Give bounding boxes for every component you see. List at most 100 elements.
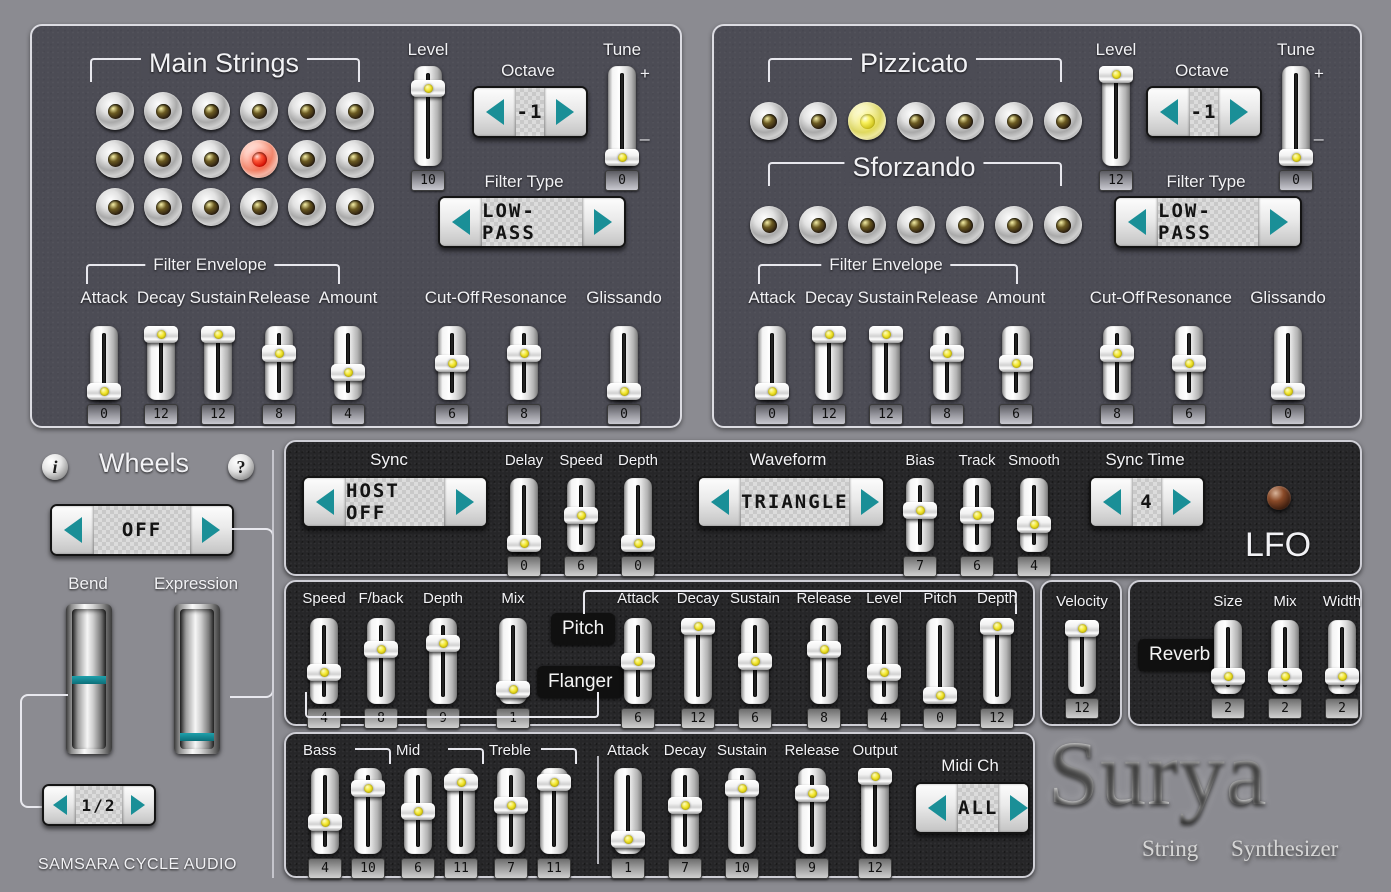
slider-thumb[interactable]: [537, 773, 571, 791]
slider-thumb[interactable]: [401, 802, 435, 820]
pz-octave-selector[interactable]: -1: [1146, 86, 1262, 138]
pz-fe-sustain-slider[interactable]: 12: [869, 326, 903, 425]
lfo-waveform-next-button[interactable]: [848, 478, 883, 526]
slider-thumb[interactable]: [605, 149, 639, 166]
filter-type-next-button[interactable]: [582, 198, 624, 246]
lfo-sync-selector[interactable]: HOST OFF: [302, 476, 488, 528]
info-icon[interactable]: i: [42, 454, 68, 480]
slider-thumb[interactable]: [980, 618, 1014, 635]
slider-thumb[interactable]: [144, 326, 178, 343]
eq-mid-gain-slider[interactable]: 11: [444, 768, 478, 879]
pz-fe-release-slider[interactable]: 8: [930, 326, 964, 425]
pz-fe-attack-slider[interactable]: 0: [755, 326, 789, 425]
slider-thumb[interactable]: [435, 354, 469, 372]
sforzando-button-6[interactable]: [995, 206, 1033, 244]
pizzicato-button-7[interactable]: [1044, 102, 1082, 140]
ms-fe-attack-slider[interactable]: 0: [87, 326, 121, 425]
slider-thumb[interactable]: [903, 501, 937, 519]
octave-selector[interactable]: -1: [472, 86, 588, 138]
slider-thumb[interactable]: [1279, 149, 1313, 166]
lfo-bias-slider[interactable]: 7: [903, 478, 937, 577]
ms-fe-amount-slider[interactable]: 4: [331, 326, 365, 425]
main-strings-button-5[interactable]: [288, 92, 326, 130]
slider-thumb[interactable]: [807, 641, 841, 658]
main-strings-button-3[interactable]: [192, 92, 230, 130]
slider-thumb[interactable]: [681, 618, 715, 635]
bend-wheel[interactable]: [66, 604, 112, 754]
main-strings-button-8[interactable]: [144, 140, 182, 178]
slider-thumb[interactable]: [621, 535, 655, 552]
main-strings-button-11[interactable]: [288, 140, 326, 178]
filter-type-prev-button[interactable]: [440, 198, 482, 246]
slider-thumb[interactable]: [564, 506, 598, 524]
sforzando-button-5[interactable]: [946, 206, 984, 244]
velocity-slider[interactable]: 12: [1065, 620, 1099, 719]
pz-octave-next-button[interactable]: [1218, 88, 1260, 136]
octave-next-button[interactable]: [544, 88, 586, 136]
slider-thumb[interactable]: [725, 779, 759, 797]
main-strings-button-14[interactable]: [144, 188, 182, 226]
wheels-range-next-button[interactable]: [122, 786, 154, 824]
sforzando-button-7[interactable]: [1044, 206, 1082, 244]
main-strings-button-1[interactable]: [96, 92, 134, 130]
main-strings-button-13[interactable]: [96, 188, 134, 226]
eq-treble-gain-slider[interactable]: 11: [537, 768, 571, 879]
slider-thumb[interactable]: [607, 383, 641, 400]
slider-thumb[interactable]: [668, 796, 702, 814]
pz-glissando-slider[interactable]: 0: [1271, 326, 1305, 425]
slider-thumb[interactable]: [611, 831, 645, 849]
slider-thumb[interactable]: [507, 345, 541, 362]
pitch-depth-slider[interactable]: 12: [980, 618, 1014, 729]
wheels-mode-selector[interactable]: OFF: [50, 504, 234, 556]
slider-thumb[interactable]: [1211, 667, 1245, 685]
amp-release-slider[interactable]: 9: [795, 768, 829, 879]
ms-cut-off-slider[interactable]: 6: [435, 326, 469, 425]
pizzicato-button-4[interactable]: [897, 102, 935, 140]
pz-fe-decay-slider[interactable]: 12: [812, 326, 846, 425]
slider-thumb[interactable]: [494, 796, 528, 814]
ms-resonance-slider[interactable]: 8: [507, 326, 541, 425]
slider-thumb[interactable]: [621, 652, 655, 670]
ms-fe-decay-slider[interactable]: 12: [144, 326, 178, 425]
slider-thumb[interactable]: [87, 383, 121, 400]
slider-thumb[interactable]: [1065, 620, 1099, 637]
main-strings-button-7[interactable]: [96, 140, 134, 178]
main-strings-button-17[interactable]: [288, 188, 326, 226]
pitch-attack-slider[interactable]: 6: [621, 618, 655, 729]
slider-thumb[interactable]: [869, 326, 903, 343]
midi-ch-selector[interactable]: ALL: [914, 782, 1030, 834]
pizzicato-button-3[interactable]: [848, 102, 886, 140]
lfo-smooth-slider[interactable]: 4: [1017, 478, 1051, 577]
pitch-sustain-slider[interactable]: 6: [738, 618, 772, 729]
main-strings-button-18[interactable]: [336, 188, 374, 226]
pitch-pitch-slider[interactable]: 0: [923, 618, 957, 729]
main-strings-button-6[interactable]: [336, 92, 374, 130]
pitch-level-slider[interactable]: 4: [867, 618, 901, 729]
wheels-range-selector[interactable]: 1/2: [42, 784, 156, 826]
level-slider[interactable]: 10: [411, 66, 445, 191]
pz-filter-type-next-button[interactable]: [1258, 198, 1300, 246]
slider-thumb[interactable]: [858, 768, 892, 785]
slider-thumb[interactable]: [308, 814, 342, 831]
pz-filter-type-prev-button[interactable]: [1116, 198, 1158, 246]
slider-thumb[interactable]: [755, 383, 789, 400]
slider-thumb[interactable]: [331, 364, 365, 381]
slider-thumb[interactable]: [351, 779, 385, 797]
midi-ch-next-button[interactable]: [998, 784, 1028, 832]
octave-prev-button[interactable]: [474, 88, 516, 136]
pizzicato-button-6[interactable]: [995, 102, 1033, 140]
slider-thumb[interactable]: [1268, 667, 1302, 685]
sforzando-button-3[interactable]: [848, 206, 886, 244]
lfo-delay-slider[interactable]: 0: [507, 478, 541, 577]
eq-mid-freq-slider[interactable]: 6: [401, 768, 435, 879]
reverb-size-slider[interactable]: 2: [1211, 620, 1245, 719]
lfo-waveform-selector[interactable]: TRIANGLE: [697, 476, 885, 528]
main-strings-button-2[interactable]: [144, 92, 182, 130]
pz-cut-off-slider[interactable]: 8: [1100, 326, 1134, 425]
slider-thumb[interactable]: [507, 535, 541, 552]
slider-thumb[interactable]: [960, 506, 994, 524]
ms-fe-release-slider[interactable]: 8: [262, 326, 296, 425]
eq-bass-freq-slider[interactable]: 4: [308, 768, 342, 879]
reverb-mix-slider[interactable]: 2: [1268, 620, 1302, 719]
main-strings-button-15[interactable]: [192, 188, 230, 226]
